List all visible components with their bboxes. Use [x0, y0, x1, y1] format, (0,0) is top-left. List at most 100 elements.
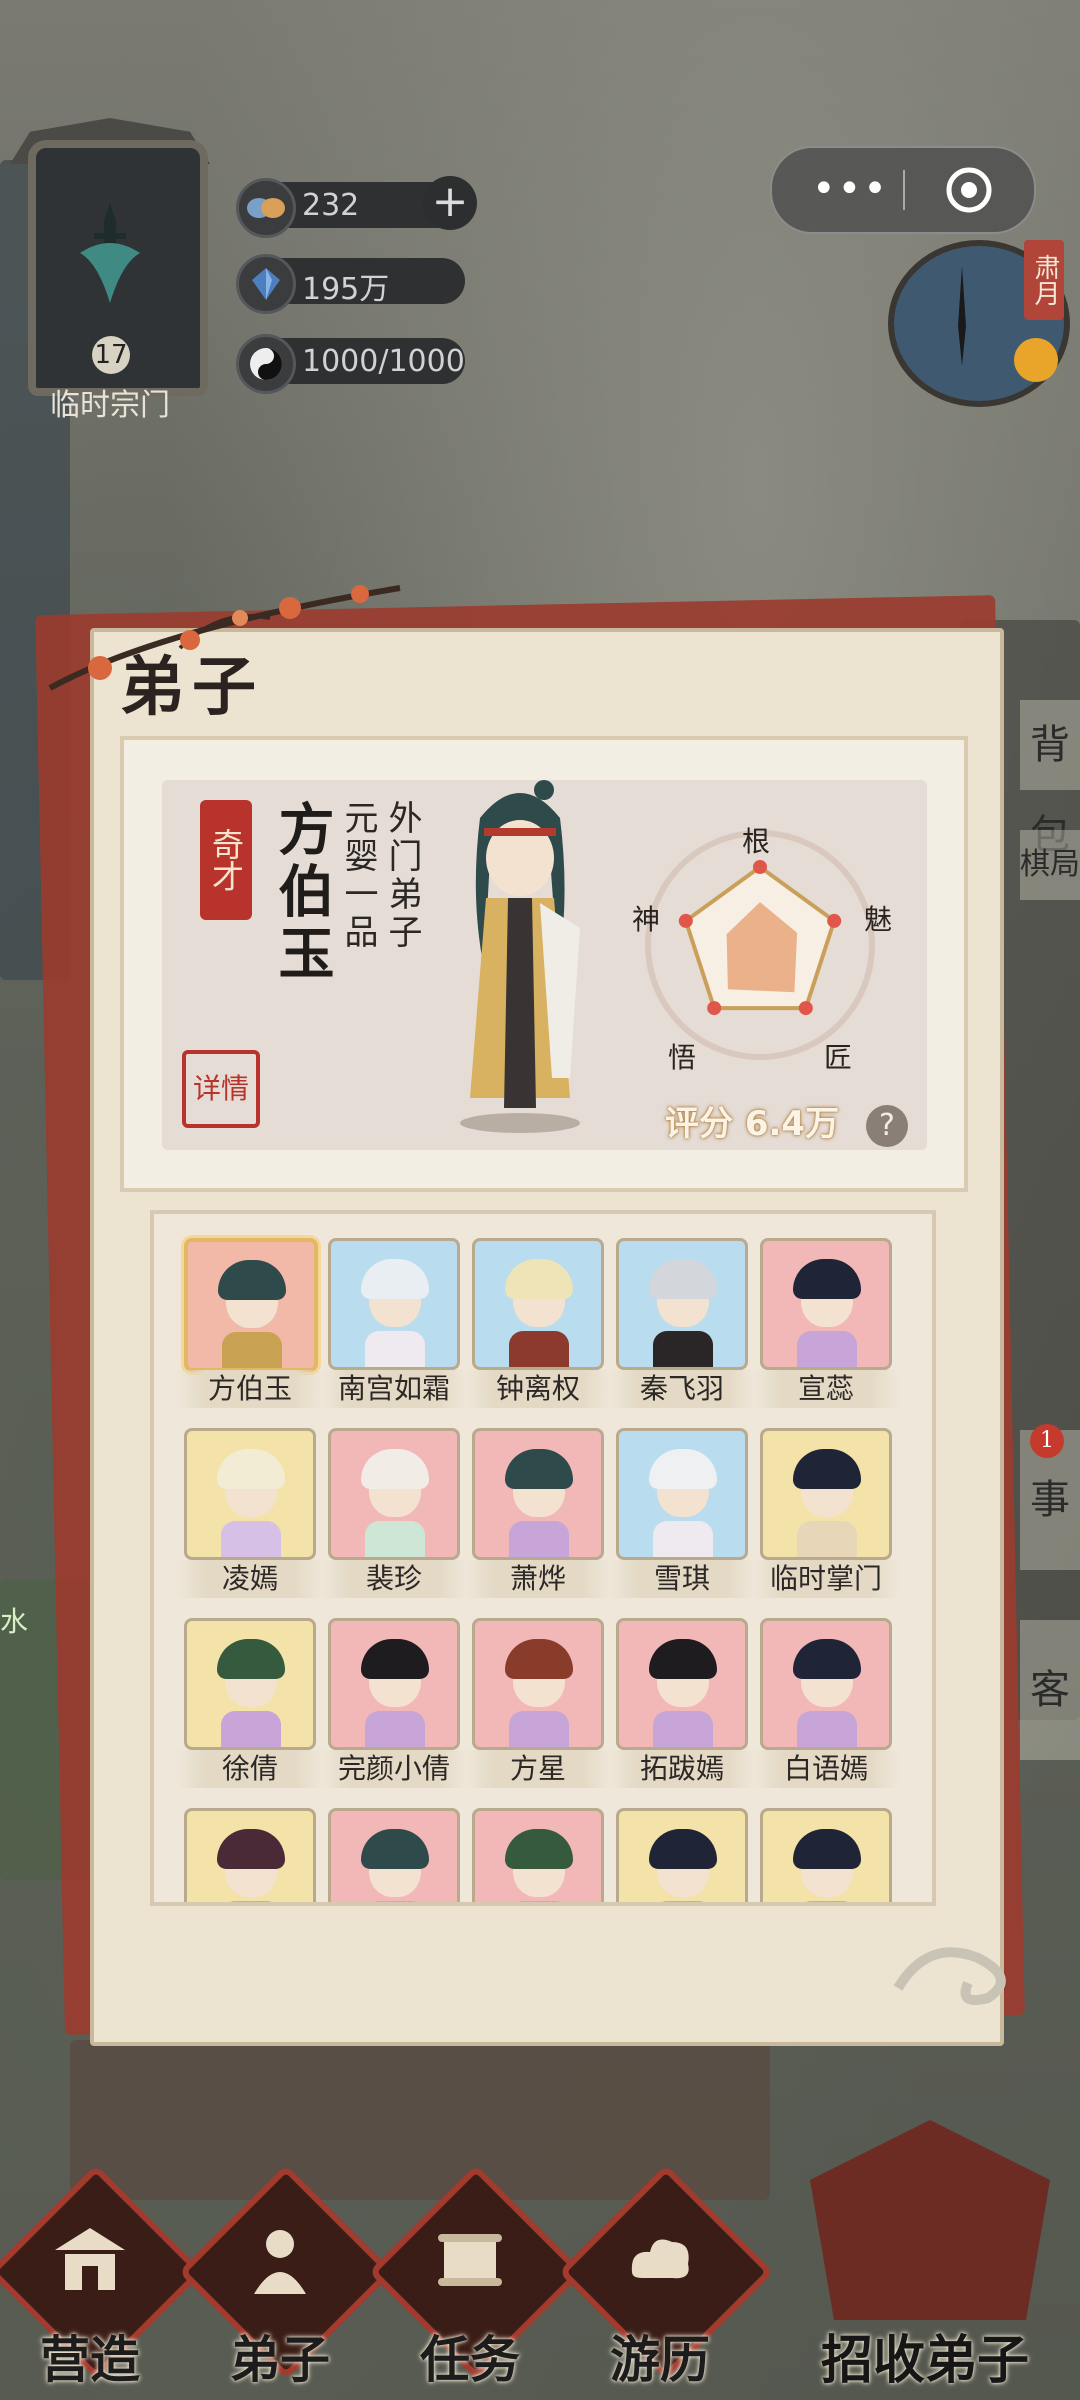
add-spirit-stone-button[interactable]: + — [423, 176, 477, 230]
building-glyph-icon — [55, 2228, 125, 2290]
roster-item[interactable]: 凌嫣 — [176, 1428, 324, 1606]
yin-yang-value: 1000/1000 — [302, 344, 465, 379]
roster-item[interactable]: 方星 — [464, 1618, 612, 1796]
score-display: 评分 6.4万 — [665, 1096, 839, 1145]
disciple-role: 外门弟子 — [382, 800, 422, 952]
nav-build-label: 营造 — [40, 2330, 140, 2389]
roster-item[interactable]: 雪琪 — [608, 1428, 756, 1606]
nav-disciples-label: 弟子 — [230, 2330, 330, 2389]
roster-item[interactable]: 萧烨 — [464, 1428, 612, 1606]
roster-item[interactable]: 方伯玉 — [176, 1238, 324, 1416]
portrait-hair — [793, 1639, 861, 1679]
roster-portrait — [328, 1808, 460, 1902]
area-label-water: 水 — [0, 1605, 29, 1638]
season-tag: 肃月 — [1024, 240, 1064, 320]
roster-item[interactable]: 徐倩 — [176, 1618, 324, 1796]
roster-item[interactable]: 南宫如霜 — [320, 1238, 468, 1416]
close-miniprogram-icon[interactable] — [944, 165, 994, 215]
nav-travel[interactable]: 游历 — [558, 2164, 774, 2389]
roster-name: 完颜小倩 — [320, 1750, 468, 1788]
roster-name: 萧烨 — [464, 1560, 612, 1598]
resource-yin-yang: 1000/1000 — [236, 334, 465, 394]
gate-icon — [810, 2120, 1050, 2320]
portrait-hair — [649, 1639, 717, 1679]
more-options-button[interactable]: ••• — [812, 166, 889, 212]
resource-spirit-stone: 232 + — [236, 176, 477, 238]
portrait-body — [509, 1521, 569, 1557]
roster-portrait — [184, 1618, 316, 1750]
day-night-clock[interactable]: 肃月 — [888, 240, 1070, 407]
events-badge: 1 — [1030, 1424, 1064, 1458]
roster-name: 临时掌门 — [752, 1560, 900, 1598]
portrait-hair — [361, 1639, 429, 1679]
roster-item[interactable]: 拓跋嫣 — [608, 1618, 756, 1796]
side-menu-events[interactable]: 事 1 — [1020, 1424, 1080, 1570]
portrait-body — [653, 1331, 713, 1367]
roster-name: 徐倩 — [176, 1750, 324, 1788]
portrait-body — [653, 1901, 713, 1902]
portrait-hair — [649, 1449, 717, 1489]
side-menu-chess[interactable]: 棋局 — [1020, 830, 1080, 900]
sword-emblem-icon — [80, 203, 140, 303]
roster-item[interactable]: 钟离权 — [464, 1238, 612, 1416]
roster-portrait — [616, 1808, 748, 1902]
disciple-roster[interactable]: 方伯玉 南宫如霜 钟离权 秦飞羽 宣蕊凌嫣 裴珍 萧烨 雪琪 临时掌门徐倩 完颜小倩 方星 拓跋嫣 白语… — [150, 1210, 936, 1906]
roster-item[interactable]: 裴珍 — [320, 1428, 468, 1606]
spirit-stone-value: 232 — [302, 188, 360, 223]
disciple-portrait — [460, 780, 580, 1133]
roster-item[interactable] — [616, 1808, 748, 1902]
roster-item[interactable]: 临时掌门 — [752, 1428, 900, 1606]
roster-item[interactable] — [760, 1808, 892, 1902]
radar-vertex-star — [678, 913, 693, 928]
roster-portrait — [472, 1238, 604, 1370]
portrait-body — [797, 1901, 857, 1902]
sect-badge[interactable]: 17 临时宗门 — [10, 118, 210, 423]
radar-label-bottom-left: 悟 — [668, 1041, 697, 1074]
roster-item[interactable] — [472, 1808, 604, 1902]
roster-item[interactable] — [184, 1808, 316, 1902]
roster-name: 方星 — [464, 1750, 612, 1788]
detail-button[interactable]: 详情 — [182, 1050, 260, 1128]
nav-tasks-label: 任务 — [420, 2330, 520, 2389]
side-menu-guest[interactable]: 客 — [1020, 1620, 1080, 1760]
crystal-value: 195万 — [302, 272, 390, 307]
roster-name: 南宫如霜 — [320, 1370, 468, 1408]
cloud-swirl-decoration — [893, 1947, 1006, 2006]
nav-build[interactable]: 营造 — [0, 2164, 204, 2389]
side-menu-bag[interactable]: 背包 — [1020, 700, 1080, 858]
nav-disciples[interactable]: 弟子 — [178, 2164, 394, 2389]
talent-rank-tag: 奇才 — [200, 800, 252, 920]
portrait-body — [797, 1521, 857, 1557]
crystal-icon — [236, 254, 296, 314]
roster-item[interactable] — [328, 1808, 460, 1902]
roster-item[interactable]: 宣蕊 — [752, 1238, 900, 1416]
roster-portrait — [472, 1618, 604, 1750]
spirit-stone-icon — [236, 178, 296, 238]
roster-portrait — [184, 1238, 318, 1372]
help-button[interactable]: ? — [866, 1105, 908, 1147]
roster-name: 凌嫣 — [176, 1560, 324, 1598]
portrait-hair — [505, 1829, 573, 1869]
portrait-hair — [505, 1449, 573, 1489]
roster-item[interactable]: 白语嫣 — [752, 1618, 900, 1796]
portrait-hair — [649, 1829, 717, 1869]
roster-name: 拓跋嫣 — [608, 1750, 756, 1788]
portrait-body — [653, 1711, 713, 1747]
portrait-body — [365, 1711, 425, 1747]
recruit-disciples-button[interactable]: 招收弟子 — [770, 2120, 1080, 2400]
portrait-body — [509, 1331, 569, 1367]
radar-label-right: 魅 — [864, 903, 893, 936]
portrait-body — [222, 1332, 282, 1368]
portrait-body — [221, 1521, 281, 1557]
chess-label: 棋局 — [1020, 847, 1080, 882]
radar-label-top: 根 — [742, 825, 771, 858]
portrait-body — [797, 1331, 857, 1367]
portrait-hair — [361, 1449, 429, 1489]
nav-tasks[interactable]: 任务 — [368, 2164, 584, 2389]
roster-item[interactable]: 完颜小倩 — [320, 1618, 468, 1796]
portrait-hair — [217, 1639, 285, 1679]
roster-item[interactable]: 秦飞羽 — [608, 1238, 756, 1416]
roster-portrait — [328, 1238, 460, 1370]
portrait-hair — [505, 1639, 573, 1679]
portrait-hair — [505, 1259, 573, 1299]
